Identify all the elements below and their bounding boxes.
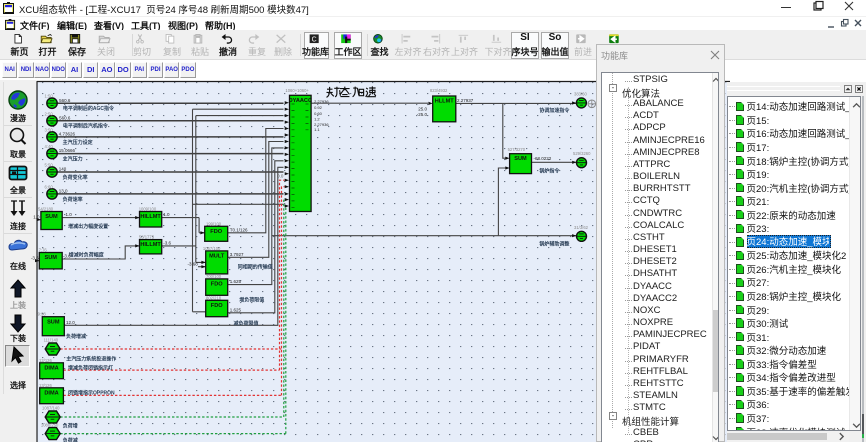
svg-text:25.0: 25.0 (418, 106, 427, 111)
svg-text:12.0: 12.0 (66, 320, 75, 325)
svg-text:15.0666: 15.0666 (59, 148, 76, 153)
svg-text:0.0: 0.0 (277, 174, 284, 179)
svg-text:增负荷限值: 增负荷限值 (239, 297, 264, 304)
svg-text:1009/100: 1009/100 (139, 207, 157, 212)
svg-text:SUM: SUM (45, 214, 58, 220)
svg-text:协调加速指令: 协调加速指令 (539, 107, 570, 114)
svg-text:527/3270: 527/3270 (508, 147, 526, 152)
svg-text:主汽压力: 主汽压力 (63, 156, 83, 163)
svg-text:529/3260: 529/3260 (573, 151, 591, 156)
svg-text:31/3/62: 31/3/62 (574, 225, 589, 230)
svg-text:802/218: 802/218 (206, 295, 222, 300)
svg-text:增减时负荷幅度: 增减时负荷幅度 (69, 251, 105, 258)
svg-text:1.0: 1.0 (163, 212, 170, 217)
svg-text:2.27936: 2.27936 (314, 99, 329, 104)
svg-text:6:60: 6:60 (45, 184, 54, 189)
svg-text:140: 140 (59, 167, 67, 172)
svg-text:SUM: SUM (47, 319, 60, 325)
svg-text:3:50: 3:50 (45, 127, 54, 132)
svg-text:增减负荷闭锁指示灯: 增减负荷闭锁指示灯 (68, 364, 113, 371)
svg-text:HLLMT: HLLMT (435, 99, 455, 105)
svg-text:560.6: 560.6 (59, 115, 71, 120)
svg-text:锅炉辅助调整: 锅炉辅助调整 (538, 241, 570, 248)
svg-text:4.73626: 4.73626 (59, 132, 76, 137)
svg-text:4:40: 4:40 (45, 144, 54, 149)
svg-text:5:50: 5:50 (45, 163, 54, 168)
svg-text:SUM: SUM (514, 156, 527, 162)
svg-text:DIMA: DIMA (44, 391, 58, 397)
svg-text:1:50: 1:50 (45, 94, 54, 99)
svg-text:199/100: 199/100 (206, 221, 222, 226)
svg-text:383/60: 383/60 (574, 92, 587, 97)
svg-text:3.7927: 3.7927 (230, 252, 244, 257)
svg-text:-3.68: -3.68 (188, 261, 199, 266)
svg-text:负荷减: 负荷减 (63, 437, 78, 442)
svg-text:锅炉指令: 锅炉指令 (538, 168, 560, 175)
svg-text:-3.6: -3.6 (31, 255, 39, 260)
svg-text:560.6: 560.6 (59, 98, 71, 103)
svg-text:2.27937: 2.27937 (457, 98, 474, 103)
svg-text:1.0: 1.0 (66, 212, 73, 217)
svg-text:FDO: FDO (211, 282, 223, 288)
svg-text:FDO: FDO (210, 229, 222, 235)
svg-text:同相期的传输值: 同相期的传输值 (238, 264, 273, 271)
svg-text:1088/250: 1088/250 (41, 423, 59, 428)
svg-text:-3.6: -3.6 (63, 254, 71, 259)
svg-text:闭锁增指示OPPRON: 闭锁增指示OPPRON (68, 390, 115, 397)
svg-text:负荷变化率: 负荷变化率 (63, 174, 88, 181)
svg-text:1087/140: 1087/140 (42, 406, 60, 411)
svg-text:13.0: 13.0 (59, 189, 68, 194)
svg-text:0.92: 0.92 (314, 105, 323, 110)
svg-text:58/1775: 58/1775 (139, 235, 155, 240)
svg-text:1.625: 1.625 (230, 307, 242, 312)
svg-text:DIMA: DIMA (44, 366, 58, 372)
svg-text:1.2: 1.2 (314, 117, 320, 122)
svg-text:负荷增: 负荷增 (63, 423, 78, 430)
svg-text:1060+1060+: 1060+1060+ (285, 88, 309, 93)
svg-text:54/2180: 54/2180 (38, 207, 54, 212)
svg-text:增减出力幅度设置: 增减出力幅度设置 (68, 223, 108, 230)
svg-text:-68.0222: -68.0222 (534, 156, 552, 161)
svg-text:1067/100: 1067/100 (203, 246, 221, 251)
svg-text:823/4932: 823/4932 (430, 88, 448, 93)
svg-text:HILLMT: HILLMT (140, 214, 161, 220)
svg-text:减负荷限值: 减负荷限值 (234, 320, 259, 327)
svg-text:主汽压力设定: 主汽压力设定 (63, 139, 93, 146)
svg-text:7:76: 7:76 (39, 248, 48, 253)
svg-text:1.0: 1.0 (33, 214, 40, 219)
svg-text:-3.6: -3.6 (163, 241, 171, 246)
svg-text:1.1: 1.1 (314, 127, 320, 132)
svg-text:MULT: MULT (209, 254, 225, 260)
svg-text:2:50: 2:50 (45, 111, 54, 116)
svg-text:13/126: 13/126 (39, 383, 52, 388)
svg-text:电平调制后汽机指令: 电平调制后汽机指令 (63, 123, 109, 130)
svg-text:T0.1/126: T0.1/126 (230, 227, 248, 232)
svg-text:HILLMT: HILLMT (140, 242, 161, 248)
svg-text:电平调制后的AGC指令: 电平调制后的AGC指令 (63, 105, 115, 112)
svg-text:主汽压力系统投退操作: 主汽压力系统投退操作 (66, 356, 116, 363)
svg-text:负荷速率: 负荷速率 (63, 196, 83, 203)
svg-text:-25.0: -25.0 (417, 112, 428, 117)
svg-text:负荷增减: 负荷增减 (66, 333, 86, 340)
svg-text:9:98: 9:98 (38, 312, 47, 317)
svg-text:FDO: FDO (211, 303, 223, 309)
svg-text:12/126: 12/126 (39, 358, 52, 363)
svg-text:700/100: 700/100 (206, 274, 222, 279)
svg-text:1.625: 1.625 (230, 279, 242, 284)
svg-text:0.60: 0.60 (314, 111, 323, 116)
svg-text:DYAACC: DYAACC (289, 98, 312, 104)
svg-text:111/140: 111/140 (44, 338, 59, 343)
svg-text:SUM: SUM (44, 255, 57, 261)
